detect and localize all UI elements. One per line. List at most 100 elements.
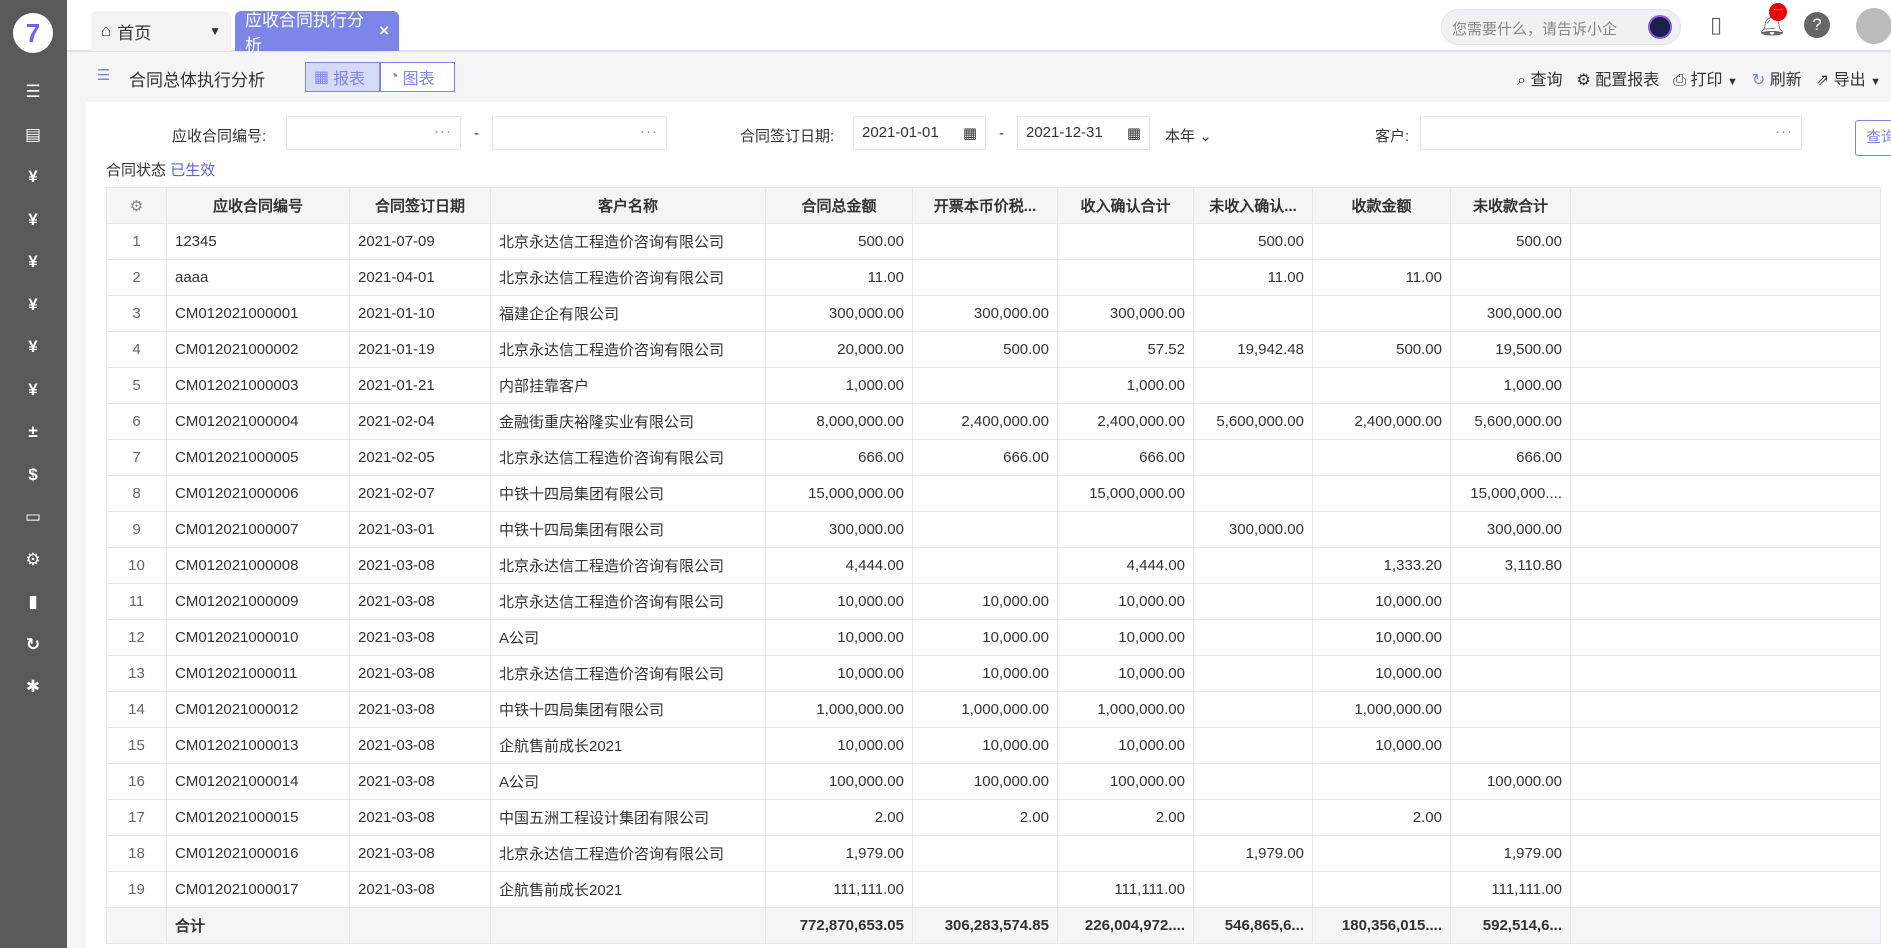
query-action[interactable]: ⌕ 查询: [1517, 66, 1562, 90]
column-header[interactable]: 客户名称: [491, 188, 766, 224]
table-row[interactable]: 3CM0120210000012021-01-10福建企企有限公司300,000…: [107, 296, 1881, 332]
avatar[interactable]: [1856, 8, 1891, 44]
yen-receipt-icon[interactable]: ¥: [21, 335, 45, 359]
table-cell: 10,000.00: [1058, 728, 1194, 764]
yen-hand-icon[interactable]: ¥: [21, 208, 45, 232]
view-table-button[interactable]: ▦报表: [305, 62, 380, 92]
refresh-circle-icon[interactable]: ↻: [21, 633, 45, 657]
tab-home[interactable]: ⌂ 首页 ▼: [91, 11, 231, 51]
table-cell: aaaa: [167, 260, 350, 296]
table-row[interactable]: 10CM0120210000082021-03-08北京永达信工程造价咨询有限公…: [107, 548, 1881, 584]
column-header[interactable]: 应收合同编号: [167, 188, 350, 224]
table-row[interactable]: 4CM0120210000022021-01-19北京永达信工程造价咨询有限公司…: [107, 332, 1881, 368]
column-filler: [1571, 188, 1881, 224]
table-cell: 10,000.00: [1058, 584, 1194, 620]
date-from-input[interactable]: 2021-01-01▦: [853, 116, 986, 150]
column-header[interactable]: 合同签订日期: [350, 188, 491, 224]
table-cell: 15,000,000.00: [766, 476, 913, 512]
table-cell: 500.00: [766, 224, 913, 260]
period-select[interactable]: 本年 ⌄: [1165, 125, 1212, 146]
filler-cell: [1571, 548, 1881, 584]
mobile-icon[interactable]: ▯: [1710, 12, 1722, 38]
chevron-down-icon[interactable]: ▼: [209, 24, 221, 38]
table-row[interactable]: 7CM0120210000052021-02-05北京永达信工程造价咨询有限公司…: [107, 440, 1881, 476]
row-index: 16: [107, 764, 167, 800]
table-row[interactable]: 9CM0120210000072021-03-01中铁十四局集团有限公司300,…: [107, 512, 1881, 548]
more-icon[interactable]: ···: [434, 123, 452, 140]
help-icon[interactable]: ?: [1804, 12, 1830, 38]
table-row[interactable]: 19CM0120210000172021-03-08企航售前成长2021111,…: [107, 872, 1881, 908]
yen-house-icon[interactable]: ¥: [21, 293, 45, 317]
folder-list-icon[interactable]: ☰: [21, 80, 45, 104]
table-cell: 5,600,000.00: [1194, 404, 1313, 440]
table-row[interactable]: 17CM0120210000152021-03-08中国五洲工程设计集团有限公司…: [107, 800, 1881, 836]
contract-no-to-input[interactable]: ···: [492, 116, 667, 150]
table-cell: [913, 872, 1058, 908]
yen-ticket-icon[interactable]: ¥: [21, 165, 45, 189]
table-row[interactable]: 5CM0120210000032021-01-21内部挂靠客户1,000.001…: [107, 368, 1881, 404]
filler-cell: [1571, 476, 1881, 512]
table-row[interactable]: 15CM0120210000132021-03-08企航售前成长202110,0…: [107, 728, 1881, 764]
table-cell: A公司: [491, 764, 766, 800]
dollar-bill-icon[interactable]: $: [21, 463, 45, 487]
bar-chart-icon[interactable]: ▮: [21, 590, 45, 614]
table-row[interactable]: 16CM0120210000142021-03-08A公司100,000.001…: [107, 764, 1881, 800]
table-row[interactable]: 1123452021-07-09北京永达信工程造价咨询有限公司500.00500…: [107, 224, 1881, 260]
table-row[interactable]: 12CM0120210000102021-03-08A公司10,000.0010…: [107, 620, 1881, 656]
table-row[interactable]: 11CM0120210000092021-03-08北京永达信工程造价咨询有限公…: [107, 584, 1881, 620]
more-icon[interactable]: ···: [640, 123, 658, 140]
status-value[interactable]: 已生效: [170, 162, 215, 179]
table-cell: 2021-03-08: [350, 764, 491, 800]
refresh-action[interactable]: ↻ 刷新: [1752, 66, 1802, 90]
table-row[interactable]: 6CM0120210000042021-02-04金融街重庆裕隆实业有限公司8,…: [107, 404, 1881, 440]
column-header[interactable]: 合同总金额: [766, 188, 913, 224]
table-cell: 15,000,000.00: [1058, 476, 1194, 512]
customer-input[interactable]: ···: [1420, 116, 1802, 150]
calculator-icon[interactable]: ±: [21, 420, 45, 444]
view-chart-button[interactable]: ◔图表: [380, 62, 455, 92]
table-cell: 2.00: [1313, 800, 1451, 836]
table-cell: 北京永达信工程造价咨询有限公司: [491, 836, 766, 872]
robot-icon[interactable]: [1648, 15, 1672, 39]
report-chart-icon[interactable]: ▭: [21, 505, 45, 529]
assistant-search-input[interactable]: 您需要什么，请告诉小企: [1441, 9, 1681, 45]
app-logo[interactable]: 7: [13, 13, 53, 53]
yen-box-icon[interactable]: ¥: [21, 378, 45, 402]
contract-user-icon[interactable]: ▤: [21, 123, 45, 147]
query-button[interactable]: 查询: [1855, 120, 1891, 156]
table-cell: 20,000.00: [766, 332, 913, 368]
total-index: [107, 908, 167, 944]
top-bar: ⌂ 首页 ▼ 应收合同执行分析 × 您需要什么，请告诉小企 ▯ 🔔︎ ··· ?: [67, 0, 1891, 52]
table-cell: 2021-03-08: [350, 800, 491, 836]
calendar-icon: ▦: [963, 124, 977, 142]
table-cell: [913, 368, 1058, 404]
filler-cell: [1571, 368, 1881, 404]
table-row[interactable]: 2aaaa2021-04-01北京永达信工程造价咨询有限公司11.0011.00…: [107, 260, 1881, 296]
tools-icon[interactable]: ✱: [21, 675, 45, 699]
print-action[interactable]: ⎙ 打印 ▼: [1673, 66, 1738, 90]
table-cell: 10,000.00: [913, 620, 1058, 656]
filler-cell: [1571, 224, 1881, 260]
contract-no-from-input[interactable]: ···: [286, 116, 461, 150]
table-cell: 2021-07-09: [350, 224, 491, 260]
column-header[interactable]: 开票本币价税...: [913, 188, 1058, 224]
column-header[interactable]: 未收入确认...: [1194, 188, 1313, 224]
gear-icon[interactable]: ⚙: [21, 548, 45, 572]
table-cell: CM012021000014: [167, 764, 350, 800]
table-row[interactable]: 14CM0120210000122021-03-08中铁十四局集团有限公司1,0…: [107, 692, 1881, 728]
date-to-input[interactable]: 2021-12-31▦: [1017, 116, 1150, 150]
column-header[interactable]: 未收款合计: [1451, 188, 1571, 224]
tab-contract-analysis[interactable]: 应收合同执行分析 ×: [235, 11, 399, 51]
table-row[interactable]: 8CM0120210000062021-02-07中铁十四局集团有限公司15,0…: [107, 476, 1881, 512]
column-header[interactable]: 收入确认合计: [1058, 188, 1194, 224]
export-action[interactable]: ⇗ 导出 ▼: [1816, 66, 1881, 90]
table-row[interactable]: 13CM0120210000112021-03-08北京永达信工程造价咨询有限公…: [107, 656, 1881, 692]
table-row[interactable]: 18CM0120210000162021-03-08北京永达信工程造价咨询有限公…: [107, 836, 1881, 872]
close-icon[interactable]: ×: [379, 21, 389, 41]
column-settings-icon[interactable]: ⚙: [107, 188, 167, 224]
column-header[interactable]: 收款金额: [1313, 188, 1451, 224]
config-report-action[interactable]: ⚙ 配置报表: [1576, 66, 1659, 90]
more-icon[interactable]: ···: [1775, 123, 1793, 140]
yen-down-icon[interactable]: ¥: [21, 250, 45, 274]
table-cell: 100,000.00: [913, 764, 1058, 800]
